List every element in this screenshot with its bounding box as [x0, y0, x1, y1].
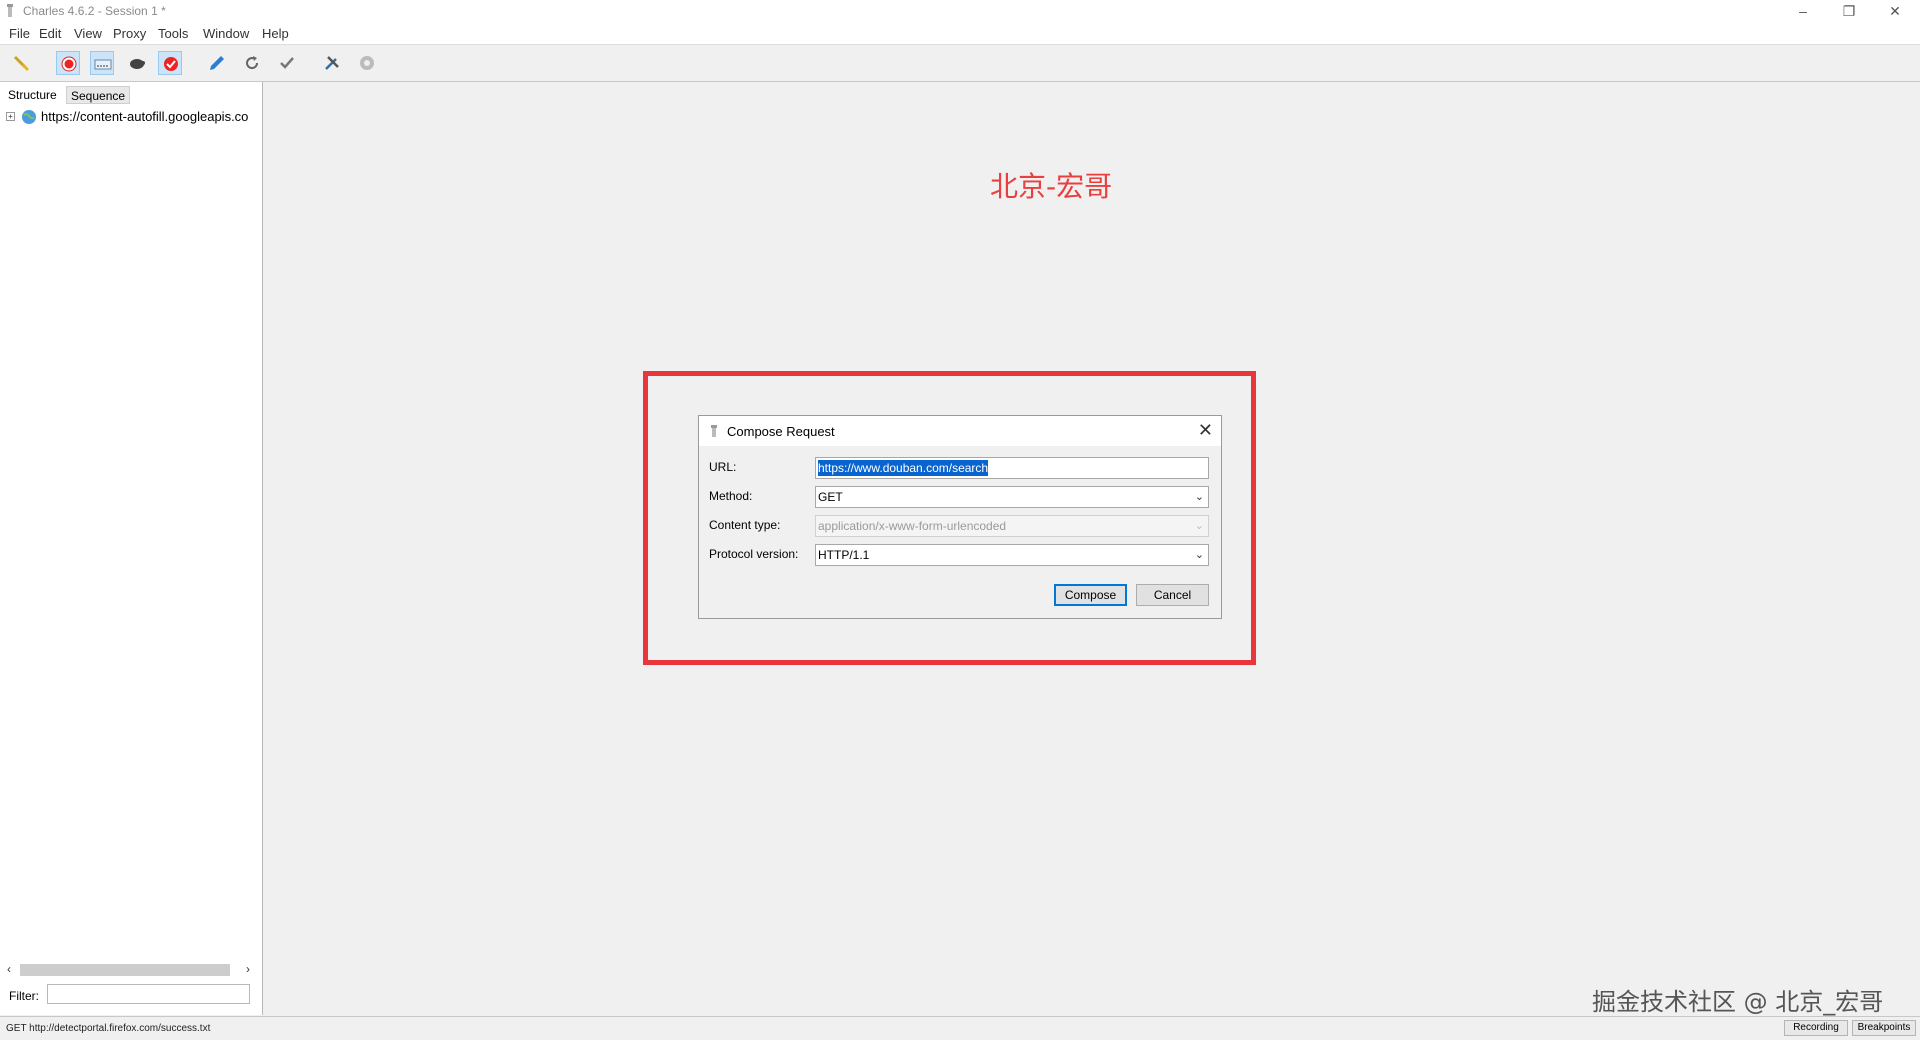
breakpoint-icon[interactable]: [158, 51, 182, 75]
tree-item[interactable]: + https://content-autofill.googleapis.co: [6, 108, 262, 126]
url-field[interactable]: https://www.douban.com/search: [815, 457, 1209, 479]
charles-app-icon: [711, 425, 717, 437]
menu-window[interactable]: Window: [203, 26, 249, 41]
menu-file[interactable]: File: [9, 26, 30, 41]
tab-sequence[interactable]: Sequence: [66, 86, 131, 104]
menu-help[interactable]: Help: [262, 26, 289, 41]
scroll-left-icon[interactable]: ‹: [7, 962, 11, 976]
dialog-title: Compose Request: [727, 424, 835, 439]
left-panel: Structure Sequence + https://content-aut…: [0, 82, 263, 1015]
watermark-top: 北京-宏哥: [990, 170, 1113, 203]
charles-app-icon: [7, 4, 13, 17]
pen-icon[interactable]: [205, 51, 229, 75]
url-value: https://www.douban.com/search: [818, 460, 989, 476]
throttle-icon[interactable]: [90, 51, 114, 75]
scroll-right-icon[interactable]: ›: [246, 962, 250, 976]
broom-icon[interactable]: [9, 51, 33, 75]
watermark-bottom: 掘金技术社区 @ 北京_宏哥: [1592, 988, 1884, 1016]
dialog-titlebar: Compose Request ✕: [699, 416, 1221, 446]
restore-icon[interactable]: ❐: [1829, 2, 1869, 20]
method-value: GET: [818, 490, 843, 504]
menu-edit[interactable]: Edit: [39, 26, 61, 41]
close-icon[interactable]: ✕: [1198, 420, 1213, 440]
record-icon[interactable]: [56, 51, 80, 75]
status-bar: GET http://detectportal.firefox.com/succ…: [0, 1016, 1920, 1040]
chevron-down-icon: ⌄: [1194, 549, 1204, 561]
protocol-version-value: HTTP/1.1: [818, 548, 870, 562]
protocol-version-label: Protocol version:: [709, 547, 799, 561]
filter-label: Filter:: [9, 989, 39, 1003]
close-window-icon[interactable]: ✕: [1875, 2, 1915, 20]
minimize-icon[interactable]: –: [1783, 2, 1823, 20]
cancel-button[interactable]: Cancel: [1136, 584, 1209, 606]
turtle-icon[interactable]: [125, 51, 149, 75]
menu-bar: File Edit View Proxy Tools Window Help: [0, 22, 1920, 45]
toolbar: [0, 45, 1920, 82]
recording-status[interactable]: Recording: [1784, 1020, 1848, 1036]
tree-item-label: https://content-autofill.googleapis.co: [41, 109, 249, 124]
protocol-version-select[interactable]: HTTP/1.1 ⌄: [815, 544, 1209, 566]
scrollbar-thumb[interactable]: [20, 964, 230, 976]
window-title: Charles 4.6.2 - Session 1 *: [23, 4, 166, 18]
chevron-down-icon: ⌄: [1194, 491, 1204, 503]
breakpoints-status[interactable]: Breakpoints: [1852, 1020, 1916, 1036]
globe-icon: [22, 110, 36, 124]
settings-icon[interactable]: [355, 51, 379, 75]
compose-button[interactable]: Compose: [1054, 584, 1127, 606]
status-text: GET http://detectportal.firefox.com/succ…: [6, 1023, 211, 1034]
menu-view[interactable]: View: [74, 26, 102, 41]
menu-proxy[interactable]: Proxy: [113, 26, 146, 41]
horizontal-scrollbar[interactable]: ‹ ›: [4, 962, 258, 978]
method-label: Method:: [709, 489, 753, 503]
filter-input[interactable]: [47, 984, 250, 1004]
tab-structure[interactable]: Structure: [4, 86, 61, 104]
expand-icon[interactable]: +: [6, 112, 15, 121]
check-icon[interactable]: [275, 51, 299, 75]
method-select[interactable]: GET ⌄: [815, 486, 1209, 508]
content-type-select: application/x-www-form-urlencoded ⌄: [815, 515, 1209, 537]
url-label: URL:: [709, 460, 737, 474]
content-type-label: Content type:: [709, 518, 781, 532]
chevron-down-icon: ⌄: [1194, 520, 1204, 532]
menu-tools[interactable]: Tools: [158, 26, 188, 41]
compose-request-dialog: Compose Request ✕ URL: https://www.douba…: [698, 415, 1222, 619]
content-type-value: application/x-www-form-urlencoded: [818, 519, 1007, 533]
refresh-icon[interactable]: [240, 51, 264, 75]
window-titlebar: Charles 4.6.2 - Session 1 * – ❐ ✕: [0, 0, 1920, 22]
tools-icon[interactable]: [320, 51, 344, 75]
